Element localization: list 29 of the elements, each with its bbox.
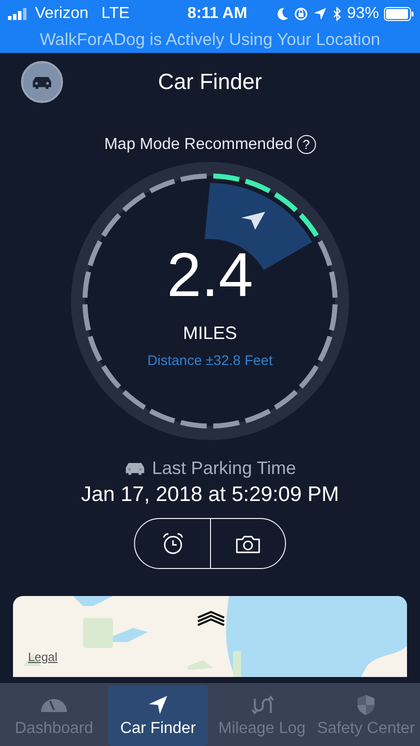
parking-time: Jan 17, 2018 at 5:29:09 PM [80, 483, 340, 507]
tab[interactable]: Dashboard [4, 685, 104, 746]
screen-title: Car Finder [157, 69, 263, 95]
tab[interactable]: Mileage Log [212, 685, 312, 746]
car-button[interactable] [21, 61, 63, 103]
bluetooth-icon [332, 7, 342, 21]
tab[interactable]: Car Finder [108, 685, 208, 746]
battery-icon [384, 7, 414, 21]
location-banner[interactable]: WalkForADog is Actively Using Your Location [0, 28, 420, 53]
location-arrow-icon [312, 7, 327, 21]
network-type: LTE [101, 5, 130, 23]
car-icon [124, 462, 146, 475]
carrier-name: Verizon [35, 5, 88, 23]
parking-label: Last Parking Time [152, 458, 296, 479]
arrows-icon [250, 694, 274, 716]
car-icon [31, 76, 53, 88]
gauge-icon [41, 698, 67, 712]
distance-unit: MILES [182, 323, 238, 344]
distance-accuracy: Distance ±32.8 Feet [147, 352, 273, 368]
clock-time: 8:11 AM [187, 5, 248, 23]
tab[interactable]: Safety Center [316, 685, 416, 746]
expand-chevron-icon[interactable] [196, 610, 226, 627]
rotation-lock-icon [294, 7, 308, 21]
moon-icon [274, 7, 289, 21]
legal-link[interactable]: Legal [28, 650, 58, 664]
help-button[interactable]: ? [296, 135, 316, 154]
battery-percent: 93% [346, 5, 379, 23]
map-mode-label: Map Mode Recommended [104, 136, 293, 154]
distance-value: 2.4 [166, 241, 254, 311]
